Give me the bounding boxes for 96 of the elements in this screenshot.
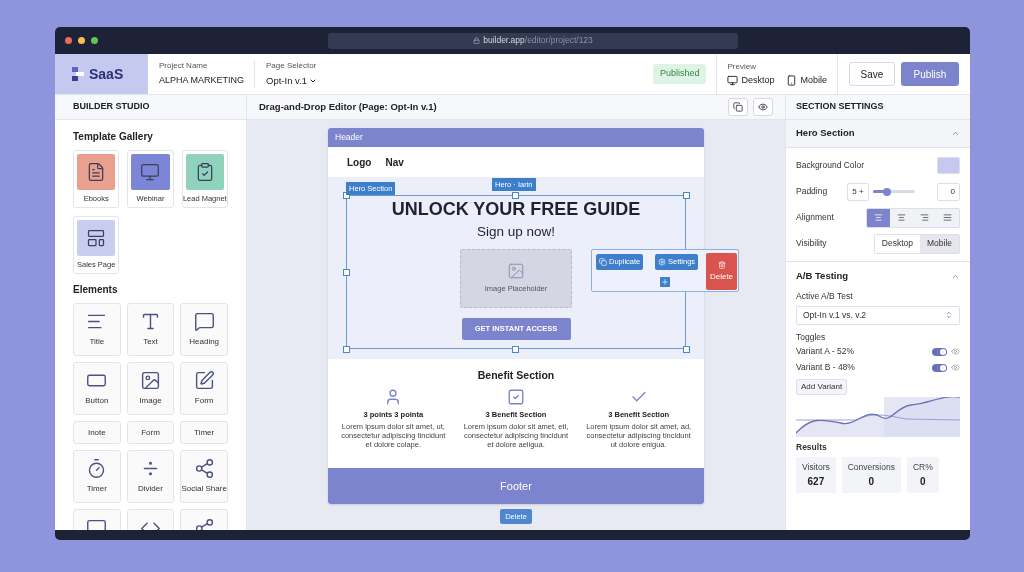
field-label: Preview — [727, 60, 757, 73]
element-tile[interactable]: Form — [180, 362, 228, 415]
section-title: Results — [796, 440, 828, 454]
element-icon — [193, 458, 215, 479]
nav-link[interactable]: Nav — [385, 154, 404, 170]
add-button[interactable] — [660, 277, 670, 287]
stepper-field[interactable]: 5 + — [847, 182, 869, 201]
eye-icon — [758, 102, 768, 112]
benefit-icon — [507, 387, 525, 406]
align-icon — [943, 213, 952, 222]
visibility-tab[interactable]: Mobile — [919, 234, 959, 253]
project-name: ALPHA MARKETING — [159, 74, 245, 88]
test-select[interactable]: Opt-In v.1 vs. v.2 — [796, 305, 960, 325]
section-title: Template Gallery — [73, 130, 154, 144]
element-tile[interactable]: Text — [126, 303, 175, 356]
editor-title: Drag-and-Drop Editor (Page: Opt-In v.1) — [259, 99, 437, 114]
slider-thumb[interactable] — [883, 187, 892, 196]
alignment-button[interactable] — [867, 208, 890, 227]
resize-handle[interactable] — [512, 346, 519, 353]
add-variant-button[interactable]: Add Variant — [796, 378, 848, 395]
preview-button[interactable] — [753, 98, 773, 116]
trash-icon — [717, 260, 726, 269]
color-swatch[interactable] — [937, 157, 960, 174]
hero-headline: UNLOCK YOUR FREE GUIDE — [391, 198, 641, 221]
align-icon — [874, 213, 883, 222]
logo: SaaS — [55, 54, 148, 94]
eye-icon[interactable] — [951, 347, 960, 356]
accordion-header[interactable]: A/B Testing — [786, 262, 970, 290]
logo-icon — [72, 67, 84, 81]
resize-handle[interactable] — [683, 192, 690, 199]
lock-icon — [473, 37, 481, 44]
caret-icon — [309, 77, 318, 85]
page-dropdown[interactable]: Opt-In v.1 — [266, 73, 318, 89]
element-tile[interactable]: Heading — [180, 303, 228, 356]
template-icon — [140, 161, 161, 182]
save-button[interactable]: Save — [849, 62, 895, 86]
element-tile[interactable]: Divider — [126, 450, 175, 503]
element-icon — [140, 311, 161, 332]
element-tile[interactable]: Image — [126, 362, 175, 415]
align-icon — [920, 213, 929, 222]
stat-card: Conversions 0 — [841, 457, 901, 494]
field-label: Background Color — [796, 159, 865, 172]
element-tile[interactable]: Timer — [180, 421, 228, 444]
hero-subheading: Sign up now! — [476, 223, 556, 241]
field-label: Visibility — [796, 237, 827, 250]
toggle-switch[interactable] — [932, 347, 947, 356]
toggle-switch[interactable] — [932, 363, 947, 372]
copy-icon — [733, 102, 743, 112]
field-label: Project Name — [159, 60, 209, 73]
number-field[interactable]: 0 — [937, 182, 960, 201]
variant-label: Variant A - 52% — [796, 345, 854, 358]
status-badge: Published — [652, 64, 707, 84]
element-tile[interactable]: Form — [126, 421, 175, 444]
device-button[interactable] — [728, 98, 748, 116]
element-icon — [140, 370, 161, 391]
copy-icon — [599, 258, 607, 266]
preview-option[interactable]: Desktop — [727, 73, 775, 88]
section-title: Elements — [73, 283, 119, 297]
field-label: Toggles — [796, 330, 827, 344]
field-label: Page Selector — [266, 59, 318, 72]
monitor-icon — [727, 75, 739, 86]
element-icon — [193, 311, 215, 332]
element-tile[interactable]: Inote — [73, 421, 121, 444]
stat-card: Visitors 627 — [796, 457, 836, 494]
element-tile[interactable]: Timer — [73, 450, 121, 503]
align-icon — [897, 213, 906, 222]
field-label: Padding — [796, 185, 828, 198]
resize-handle[interactable] — [512, 192, 519, 199]
element-icon — [193, 370, 215, 391]
resize-handle[interactable] — [343, 269, 350, 276]
settings-icon — [658, 258, 666, 266]
resize-handle[interactable] — [343, 346, 350, 353]
delete-button[interactable]: Delete — [706, 253, 737, 290]
field-label: Active A/B Test — [796, 290, 854, 303]
nav-link[interactable]: Logo — [347, 154, 372, 170]
stat-card: CR% 0 — [906, 457, 939, 494]
template-icon — [86, 227, 107, 248]
chevrons-icon — [945, 311, 953, 320]
plus-icon — [661, 278, 669, 286]
alignment-button[interactable] — [936, 208, 959, 227]
phone-icon — [786, 75, 798, 86]
element-tile[interactable]: Button — [73, 362, 121, 415]
address-bar[interactable]: builder.app/editor/project/123 — [328, 32, 738, 49]
element-tile[interactable]: Social Share — [180, 450, 228, 503]
alignment-button[interactable] — [890, 208, 913, 227]
variant-label: Variant B - 48% — [796, 361, 855, 374]
panel-title: SECTION SETTINGS — [786, 95, 970, 120]
preview-option[interactable]: Mobile — [786, 73, 827, 88]
accordion-header[interactable]: Hero Section — [786, 120, 970, 148]
element-tile[interactable]: Title — [73, 303, 121, 356]
benefit-title: Benefit Section — [477, 368, 555, 383]
eye-icon[interactable] — [951, 363, 960, 372]
resize-handle[interactable] — [683, 346, 690, 353]
slider-track[interactable] — [872, 190, 915, 193]
panel-title: BUILDER STUDIO — [55, 95, 246, 120]
field-label: Alignment — [796, 211, 834, 224]
